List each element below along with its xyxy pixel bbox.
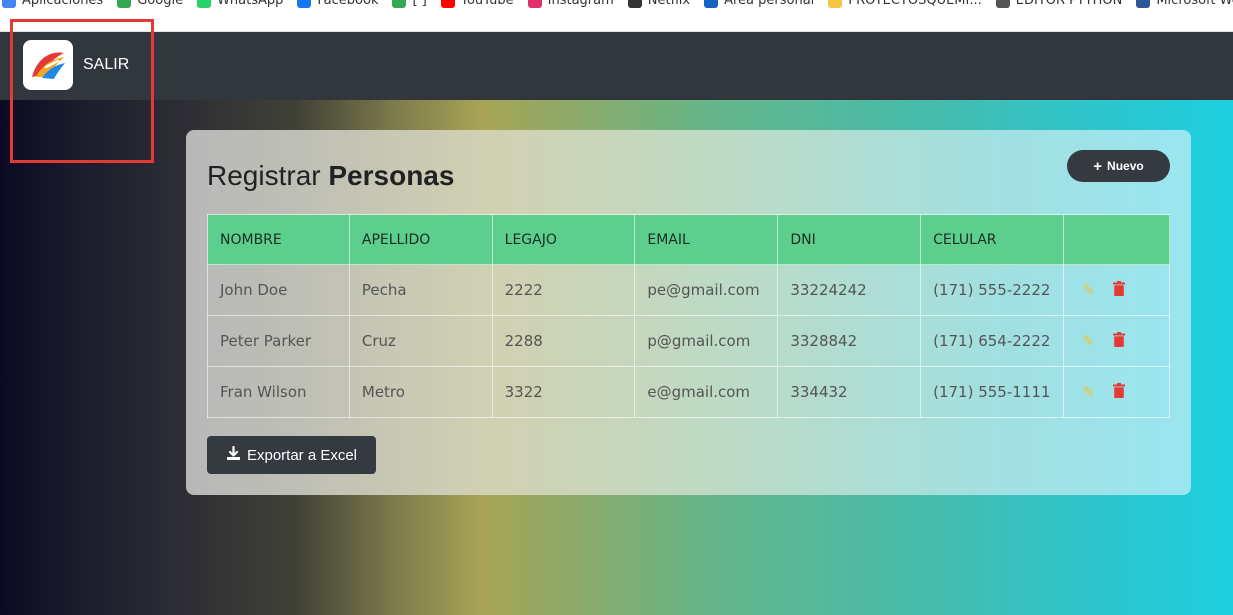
pencil-icon[interactable]: ✎: [1082, 332, 1095, 350]
header-nombre[interactable]: NOMBRE: [207, 214, 350, 265]
table-row: Fran Wilson Metro 3322 e@gmail.com 33443…: [207, 366, 1170, 418]
cell-actions: ✎: [1063, 366, 1170, 418]
bookmark-item[interactable]: WhatsApp: [197, 0, 283, 8]
app-logo-icon[interactable]: [23, 40, 73, 90]
cell-nombre: Peter Parker: [207, 315, 350, 367]
header-legajo[interactable]: LEGAJO: [491, 214, 636, 265]
row-actions: ✎: [1076, 382, 1157, 402]
navbar: SALIR: [0, 32, 1233, 100]
pencil-icon[interactable]: ✎: [1082, 383, 1095, 401]
cell-celular: (171) 555-2222: [920, 264, 1065, 316]
header-email[interactable]: EMAIL: [634, 214, 779, 265]
cell-dni: 334432: [777, 366, 922, 418]
page-title: Registrar Personas: [207, 160, 454, 192]
cell-email: e@gmail.com: [634, 366, 779, 418]
bookmark-favicon-icon: [1136, 0, 1151, 8]
trash-icon[interactable]: [1112, 331, 1125, 351]
download-icon: [226, 445, 241, 465]
bookmark-item[interactable]: PROYECTOSQUEMI...: [828, 0, 982, 8]
bookmark-favicon-icon: [527, 0, 542, 8]
bookmark-label: Área personal: [724, 0, 815, 8]
cell-apellido: Metro: [348, 366, 493, 418]
bookmark-favicon-icon: [117, 0, 132, 8]
bookmark-label: YouTube: [460, 0, 514, 8]
bookmark-label: Facebook: [317, 0, 379, 8]
export-button-label: Exportar a Excel: [246, 446, 358, 464]
cell-legajo: 3322: [491, 366, 636, 418]
bookmark-item[interactable]: Facebook: [297, 0, 378, 8]
bookmark-item[interactable]: Instagram: [527, 0, 614, 8]
trash-icon[interactable]: [1112, 280, 1125, 300]
bookmark-favicon-icon: [704, 0, 719, 8]
cell-nombre: Fran Wilson: [207, 366, 350, 418]
bookmark-item[interactable]: YouTube: [440, 0, 514, 8]
cell-actions: ✎: [1063, 264, 1170, 316]
bookmarks-bar: Aplicaciones Google WhatsApp Facebook [ ] You…: [0, 0, 1233, 32]
header-dni[interactable]: DNI: [777, 214, 922, 265]
export-excel-button[interactable]: Exportar a Excel: [207, 436, 376, 474]
cell-celular: (171) 654-2222: [920, 315, 1065, 367]
plus-icon: +: [1093, 157, 1103, 175]
bookmarks-list: Aplicaciones Google WhatsApp Facebook [ ] You…: [2, 0, 1233, 8]
bookmark-label: Aplicaciones: [22, 0, 104, 8]
pencil-icon[interactable]: ✎: [1082, 281, 1095, 299]
cell-email: p@gmail.com: [634, 315, 779, 367]
bookmark-label: Microsoft Word: [1156, 0, 1233, 8]
cell-nombre: John Doe: [207, 264, 350, 316]
cell-actions: ✎: [1063, 315, 1170, 367]
bookmark-favicon-icon: [828, 0, 843, 8]
persons-table: NOMBRE APELLIDO LEGAJO EMAIL DNI CELULAR…: [207, 214, 1170, 418]
bookmark-label: Google: [137, 0, 184, 8]
header-celular[interactable]: CELULAR: [920, 214, 1065, 265]
bookmark-item[interactable]: Aplicaciones: [2, 0, 103, 8]
exit-link[interactable]: SALIR: [83, 56, 129, 74]
new-person-button[interactable]: + Nuevo: [1067, 150, 1170, 182]
title-emphasis: Personas: [328, 160, 455, 191]
cell-dni: 33224242: [777, 264, 922, 316]
cell-legajo: 2222: [491, 264, 636, 316]
bookmark-item[interactable]: Google: [117, 0, 183, 8]
bookmark-favicon-icon: [627, 0, 642, 8]
table-row: Peter Parker Cruz 2288 p@gmail.com 33288…: [207, 315, 1170, 367]
table-row: John Doe Pecha 2222 pe@gmail.com 3322424…: [207, 264, 1170, 316]
header-actions: [1063, 214, 1170, 265]
bookmark-item[interactable]: [ ]: [392, 0, 427, 8]
row-actions: ✎: [1076, 331, 1157, 351]
bookmark-favicon-icon: [2, 0, 16, 8]
bookmark-label: EDITOR PYTHON: [1015, 0, 1123, 8]
header-apellido[interactable]: APELLIDO: [348, 214, 493, 265]
bookmark-label: WhatsApp: [217, 0, 284, 8]
bookmark-favicon-icon: [392, 0, 407, 8]
bookmark-item[interactable]: Microsoft Word: [1136, 0, 1233, 8]
bookmark-favicon-icon: [995, 0, 1010, 8]
bookmark-item[interactable]: EDITOR PYTHON: [995, 0, 1123, 8]
bookmark-item[interactable]: Netflix: [627, 0, 691, 8]
bookmark-favicon-icon: [197, 0, 212, 8]
new-button-label: Nuevo: [1107, 159, 1144, 173]
cell-apellido: Cruz: [348, 315, 493, 367]
brand[interactable]: SALIR: [23, 40, 129, 90]
table-header-row: NOMBRE APELLIDO LEGAJO EMAIL DNI CELULAR: [207, 214, 1170, 265]
bookmark-label: Instagram: [547, 0, 614, 8]
title-prefix: Registrar: [207, 160, 329, 191]
bookmark-item[interactable]: Área personal: [704, 0, 814, 8]
bookmark-favicon-icon: [297, 0, 312, 8]
cell-dni: 3328842: [777, 315, 922, 367]
cell-legajo: 2288: [491, 315, 636, 367]
bookmark-label: PROYECTOSQUEMI...: [848, 0, 982, 8]
bookmark-favicon-icon: [440, 0, 455, 8]
row-actions: ✎: [1076, 280, 1157, 300]
cell-celular: (171) 555-1111: [920, 366, 1065, 418]
persons-card: Registrar Personas + Nuevo NOMBRE APELLI…: [186, 130, 1191, 495]
trash-icon[interactable]: [1112, 382, 1125, 402]
bookmark-label: Netflix: [647, 0, 691, 8]
cell-email: pe@gmail.com: [634, 264, 779, 316]
bookmark-label: [ ]: [412, 0, 427, 8]
cell-apellido: Pecha: [348, 264, 493, 316]
